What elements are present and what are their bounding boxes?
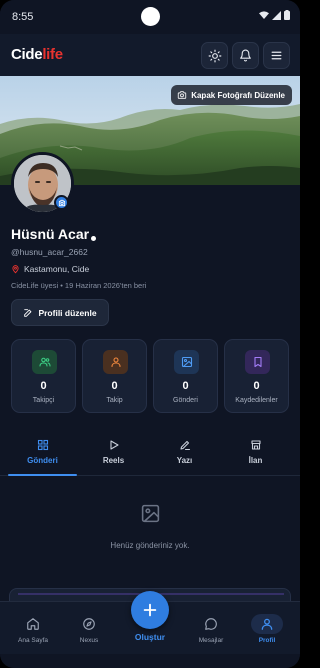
user-icon — [103, 350, 128, 374]
posts-label: Gönderi — [173, 397, 198, 404]
chat-icon — [205, 618, 217, 630]
menu-button[interactable] — [263, 42, 290, 69]
camera-icon — [58, 199, 65, 206]
wifi-icon — [259, 10, 269, 19]
image-icon — [174, 350, 199, 374]
nav-profile[interactable]: Profil — [237, 602, 297, 655]
nav-home-label: Ana Sayfa — [18, 637, 48, 644]
stat-card-saved[interactable]: 0 Kaydedilenler — [224, 339, 289, 413]
location-text: Kastamonu, Cide — [24, 264, 90, 274]
posts-count: 0 — [182, 380, 189, 392]
notifications-button[interactable] — [232, 42, 259, 69]
empty-state-text: Henüz gönderiniz yok. — [110, 541, 190, 550]
tab-articles-label: Yazı — [176, 456, 193, 465]
tab-reels-label: Reels — [102, 456, 125, 465]
users-icon — [32, 350, 57, 374]
theme-toggle-button[interactable] — [201, 42, 228, 69]
change-avatar-button[interactable] — [54, 195, 69, 210]
profile-location: Kastamonu, Cide — [11, 264, 89, 274]
stat-card-followers[interactable]: 0 Takipçi — [11, 339, 76, 413]
nav-home[interactable]: Ana Sayfa — [3, 602, 63, 655]
stat-card-posts[interactable]: 0 Gönderi — [153, 339, 218, 413]
tab-posts-label: Gönderi — [27, 456, 58, 465]
online-indicator — [91, 236, 96, 241]
battery-icon — [284, 10, 290, 20]
stat-card-following[interactable]: 0 Takip — [82, 339, 147, 413]
nav-nexus[interactable]: Nexus — [59, 602, 119, 655]
bookmark-icon — [245, 350, 270, 374]
status-time: 8:55 — [12, 11, 34, 23]
nav-nexus-label: Nexus — [79, 637, 99, 644]
empty-image-icon — [140, 503, 161, 529]
tab-reels[interactable]: Reels — [78, 434, 149, 476]
edit-cover-label: Kapak Fotoğrafı Düzenle — [191, 90, 285, 100]
hamburger-menu-icon — [271, 51, 282, 60]
app-logo[interactable]: Cidelife — [11, 46, 63, 63]
app-screen: 8:55 Cidelife Kapak Fotoğrafı Düzenle Hü… — [0, 0, 300, 668]
compass-icon — [83, 618, 95, 630]
top-app-bar: Cidelife — [0, 34, 300, 76]
create-label: Oluştur — [134, 632, 166, 642]
tab-articles[interactable]: Yazı — [149, 434, 220, 476]
tab-listings-label: İlan — [248, 456, 263, 465]
camera-icon — [178, 91, 187, 99]
bell-icon — [240, 49, 251, 62]
profile-username: @husnu_acar_2662 — [11, 247, 88, 257]
nav-messages[interactable]: Mesajlar — [181, 602, 241, 655]
status-bar: 8:55 — [0, 0, 300, 34]
grid-icon — [37, 439, 48, 451]
home-icon — [27, 618, 39, 630]
nav-profile-label: Profil — [258, 637, 276, 644]
logo-text-part1: Cide — [11, 46, 43, 63]
profile-tabs: Gönderi Reels Yazı İlan — [0, 434, 300, 476]
tab-listings[interactable]: İlan — [220, 434, 291, 476]
edit-profile-label: Profili düzenle — [38, 307, 97, 318]
store-icon — [250, 440, 261, 450]
following-count: 0 — [111, 380, 118, 392]
nav-messages-label: Mesajlar — [198, 637, 224, 644]
plus-icon — [143, 603, 157, 617]
create-post-button[interactable] — [131, 591, 169, 629]
location-pin-icon — [12, 265, 19, 274]
camera-cutout — [141, 7, 160, 26]
saved-label: Kaydedilenler — [235, 397, 278, 404]
sun-icon — [208, 49, 221, 62]
member-since: CideLife üyesi • 19 Haziran 2026'ten ber… — [11, 281, 147, 290]
status-icons — [259, 10, 290, 20]
profile-icon — [261, 618, 273, 630]
pen-icon — [179, 440, 190, 451]
profile-name: Hüsnü Acar — [11, 226, 90, 242]
tab-posts[interactable]: Gönderi — [7, 434, 78, 476]
edit-cover-photo-button[interactable]: Kapak Fotoğrafı Düzenle — [171, 85, 292, 105]
active-tab-indicator — [8, 474, 77, 476]
signal-icon — [272, 10, 281, 20]
edit-profile-button[interactable]: Profili düzenle — [11, 299, 109, 326]
edit-icon — [24, 308, 32, 317]
logo-text-part2: life — [42, 46, 63, 63]
gesture-area — [0, 654, 300, 668]
saved-count: 0 — [253, 380, 260, 392]
followers-count: 0 — [40, 380, 47, 392]
play-icon — [109, 440, 119, 450]
following-label: Takip — [106, 397, 123, 404]
followers-label: Takipçi — [32, 397, 55, 404]
